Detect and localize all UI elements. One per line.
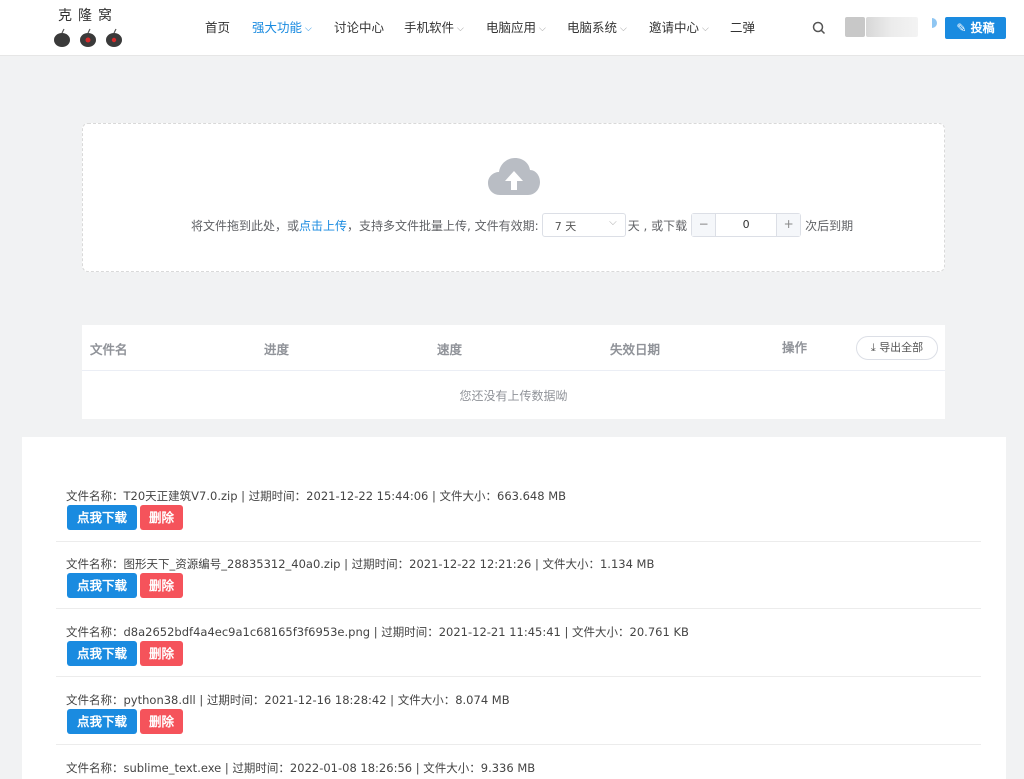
list-item: 文件名称：T20天正建筑V7.0.zip | 过期时间：2021-12-22 1… [56,488,981,542]
expiry-days-select[interactable]: 7 天 ⌵ [541,213,626,237]
upload-dropzone[interactable]: 将文件拖到此处，或 点击上传 ，支持多文件批量上传, 文件有效期: 7 天 ⌵ … [82,123,945,272]
nav-item-invite-center[interactable]: 邀请中心 ⌵ [649,20,709,38]
delete-button[interactable]: 删除 [140,641,183,666]
list-item: 文件名称：python38.dll | 过期时间：2021-12-16 18:2… [56,692,981,745]
nav-item-erdan[interactable]: 二弹 [730,20,755,36]
stepper-plus-button[interactable]: + [776,214,801,236]
username-blurred[interactable] [866,17,918,37]
expiry-days-value: 7 天 [554,220,577,233]
upload-table: 文件名 进度 速度 失效日期 操作 ⤓ 导出全部 您还没有上传数据呦 [82,325,945,419]
file-info: 文件名称：sublime_text.exe | 过期时间：2022-01-08 … [66,761,536,775]
nav-item-label: 邀请中心 [649,20,700,35]
file-info: 文件名称：T20天正建筑V7.0.zip | 过期时间：2021-12-22 1… [66,489,567,503]
notification-indicator [932,18,937,28]
table-header-row: 文件名 进度 速度 失效日期 操作 ⤓ 导出全部 [82,325,945,371]
file-info: 文件名称：图形天下_资源编号_28835312_40a0.zip | 过期时间：… [66,557,655,571]
delete-button[interactable]: 删除 [140,573,183,598]
logo-text: 克隆窝 [58,8,118,24]
column-header-progress: 进度 [264,342,290,357]
chevron-down-icon: ⌵ [620,24,627,34]
export-all-label: 导出全部 [879,341,924,354]
days-suffix-label: 天 , 或下载 [627,218,688,233]
uploaded-files-list: 文件名称：T20天正建筑V7.0.zip | 过期时间：2021-12-22 1… [22,437,1006,779]
nav-item-home[interactable]: 首页 [205,20,230,36]
upload-hint-after: ，支持多文件批量上传, 文件有效期: [347,218,539,233]
logo-bombs-icon [54,28,122,47]
column-header-actions: 操作 [782,340,808,355]
column-header-expiry: 失效日期 [610,342,661,357]
upload-options-line: 将文件拖到此处，或 点击上传 ，支持多文件批量上传, 文件有效期: 7 天 ⌵ … [191,212,853,238]
chevron-down-icon: ⌵ [539,24,546,34]
upload-hint-before: 将文件拖到此处，或 [191,218,300,233]
nav-item-label: 讨论中心 [334,20,385,35]
nav-item-features[interactable]: 强大功能 ⌵ [252,20,312,38]
file-info: 文件名称：d8a2652bdf4a4ec9a1c68165f3f6953e.pn… [66,625,689,639]
nav-item-pc-systems[interactable]: 电脑系统 ⌵ [567,20,627,38]
nav-item-label: 二弹 [730,20,756,35]
export-all-button[interactable]: ⤓ 导出全部 [856,336,938,360]
site-logo[interactable]: 克隆窝 [50,8,126,48]
file-info: 文件名称：python38.dll | 过期时间：2021-12-16 18:2… [66,693,510,707]
download-button[interactable]: 点我下载 [67,641,137,666]
column-header-speed: 速度 [437,342,463,357]
click-upload-link[interactable]: 点击上传 [299,217,347,234]
contribute-button[interactable]: ✎ 投稿 [945,17,1006,39]
download-count-input[interactable]: 0 [716,214,776,236]
nav-item-label: 强大功能 [252,20,303,35]
download-button[interactable]: 点我下载 [67,573,137,598]
download-button[interactable]: 点我下载 [67,709,137,734]
nav-item-label: 电脑应用 [486,20,537,35]
nav-item-label: 手机软件 [404,20,455,35]
list-item: 文件名称：sublime_text.exe | 过期时间：2022-01-08 … [56,760,981,779]
chevron-down-icon: ⌵ [702,24,709,34]
delete-button[interactable]: 删除 [140,709,183,734]
download-count-stepper: − 0 + [691,213,802,237]
search-icon[interactable] [812,21,826,35]
avatar[interactable] [845,17,865,37]
column-header-filename: 文件名 [90,342,128,357]
nav-item-label: 首页 [205,20,231,35]
table-empty-text: 您还没有上传数据呦 [459,389,568,403]
download-button[interactable]: 点我下载 [67,505,137,530]
nav-item-pc-apps[interactable]: 电脑应用 ⌵ [486,20,546,38]
delete-button[interactable]: 删除 [140,505,183,530]
cloud-upload-icon [488,158,540,195]
contribute-label: 投稿 [970,21,995,35]
chevron-down-icon: ⌵ [305,24,312,34]
chevron-down-icon: ⌵ [457,24,464,34]
nav-item-label: 电脑系统 [567,20,618,35]
nav-item-mobile-software[interactable]: 手机软件 ⌵ [404,20,464,38]
download-icon: ⤓ [870,341,876,354]
list-item: 文件名称：图形天下_资源编号_28835312_40a0.zip | 过期时间：… [56,556,981,609]
list-item: 文件名称：d8a2652bdf4a4ec9a1c68165f3f6953e.pn… [56,624,981,677]
chevron-down-icon: ⌵ [609,217,617,228]
top-header: 克隆窝 首页 强大功能 ⌵ 讨论中心 手机软件 ⌵ 电脑应用 ⌵ 电脑系统 ⌵ 邀请中心… [0,0,1024,56]
edit-icon: ✎ [956,21,967,35]
stepper-minus-button[interactable]: − [692,214,717,236]
nav-item-discussion[interactable]: 讨论中心 [334,20,384,36]
expire-suffix-label: 次后到期 [805,218,854,233]
